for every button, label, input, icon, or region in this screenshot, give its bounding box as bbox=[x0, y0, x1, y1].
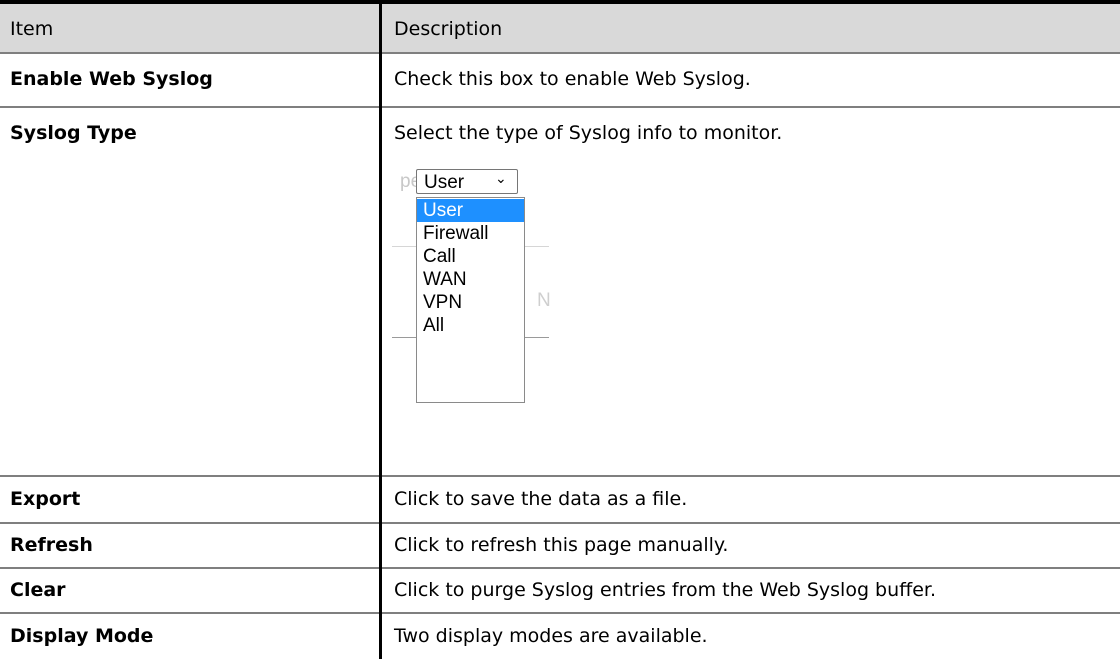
column-divider bbox=[379, 4, 382, 659]
row-item: Enable Web Syslog bbox=[10, 68, 213, 90]
row-item: Display Mode bbox=[10, 625, 154, 647]
select-value: User bbox=[424, 172, 465, 193]
row-item: Refresh bbox=[10, 534, 93, 556]
background-line bbox=[525, 246, 549, 247]
table-row: Syslog Type Select the type of Syslog in… bbox=[0, 108, 1120, 475]
background-line bbox=[392, 337, 416, 338]
option-call[interactable]: Call bbox=[417, 245, 524, 268]
table-row: Export Click to save the data as a file. bbox=[0, 477, 1120, 522]
row-item: Clear bbox=[10, 579, 66, 601]
row-description: Select the type of Syslog info to monito… bbox=[394, 122, 783, 144]
row-description: Click to save the data as a file. bbox=[394, 488, 688, 510]
row-item: Syslog Type bbox=[10, 122, 137, 144]
row-description: Click to purge Syslog entries from the W… bbox=[394, 579, 937, 601]
option-firewall[interactable]: Firewall bbox=[417, 222, 524, 245]
syslog-type-select[interactable]: User ⌄ bbox=[416, 169, 518, 194]
syslog-type-options-list: User Firewall Call WAN VPN All bbox=[416, 197, 525, 403]
syslog-type-dropdown-screenshot: pe User ⌄ N User Firewall Call WAN VPN A… bbox=[392, 165, 654, 403]
option-all[interactable]: All bbox=[417, 314, 524, 337]
background-line bbox=[392, 246, 416, 247]
background-line bbox=[525, 337, 549, 338]
row-item: Export bbox=[10, 488, 81, 510]
chevron-down-icon: ⌄ bbox=[495, 171, 507, 187]
option-wan[interactable]: WAN bbox=[417, 268, 524, 291]
table-header-row: Item Description bbox=[0, 4, 1120, 52]
row-description: Two display modes are available. bbox=[394, 625, 708, 647]
row-description: Click to refresh this page manually. bbox=[394, 534, 729, 556]
header-item: Item bbox=[10, 18, 54, 40]
option-user[interactable]: User bbox=[417, 199, 524, 222]
clipped-text-fragment: N bbox=[537, 290, 551, 311]
table-row: Clear Click to purge Syslog entries from… bbox=[0, 569, 1120, 612]
row-description: Check this box to enable Web Syslog. bbox=[394, 68, 751, 90]
table-row: Refresh Click to refresh this page manua… bbox=[0, 524, 1120, 567]
table-row: Enable Web Syslog Check this box to enab… bbox=[0, 54, 1120, 106]
header-description: Description bbox=[394, 18, 503, 40]
table-row: Display Mode Two display modes are avail… bbox=[0, 614, 1120, 659]
option-vpn[interactable]: VPN bbox=[417, 291, 524, 314]
